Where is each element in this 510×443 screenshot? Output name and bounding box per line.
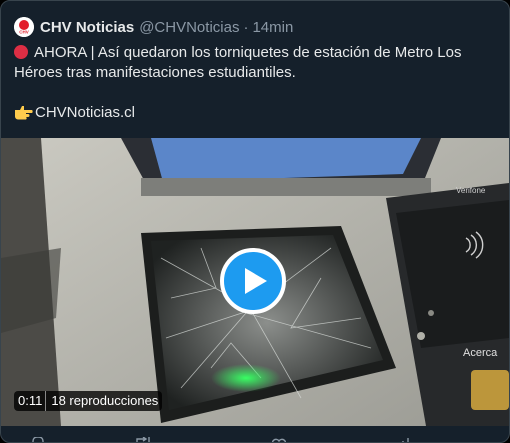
- play-icon: [244, 268, 267, 294]
- avatar[interactable]: CHV: [14, 17, 34, 37]
- play-button[interactable]: [220, 248, 286, 314]
- tweet-actions: [1, 431, 509, 443]
- tweet-text: AHORA | Así quedaron los torniquetes de …: [14, 43, 499, 126]
- separator-dot: ·: [243, 18, 249, 36]
- avatar-label: CHV: [19, 30, 29, 35]
- tweet-link-line: CHVNoticias.cl: [14, 103, 499, 126]
- red-circle-emoji-icon: [14, 45, 28, 59]
- scene-text-side: Acerca: [463, 347, 498, 359]
- author-handle[interactable]: @CHVNoticias: [139, 19, 239, 36]
- tweet-headline: AHORA | Así quedaron los torniquetes de …: [14, 44, 462, 81]
- chv-logo-icon: CHV: [14, 17, 34, 37]
- pointing-right-emoji-icon: [14, 104, 34, 126]
- tweet-timestamp[interactable]: 14min: [252, 19, 293, 36]
- reply-icon[interactable]: [31, 437, 45, 443]
- views-icon[interactable]: [401, 437, 415, 443]
- tweet-text-line: AHORA | Así quedaron los torniquetes de …: [14, 43, 499, 83]
- tweet-header: CHV CHV Noticias @CHVNoticias · 14min: [14, 16, 293, 38]
- video-view-count: 18 reproducciones: [45, 391, 163, 411]
- scene-text-top: Verifone: [456, 186, 486, 195]
- like-icon[interactable]: [272, 437, 286, 443]
- author-name[interactable]: CHV Noticias: [40, 19, 134, 36]
- tweet-link[interactable]: CHVNoticias.cl: [35, 104, 135, 121]
- video-player[interactable]: Verifone Acerca: [1, 138, 509, 426]
- retweet-icon[interactable]: [136, 437, 150, 443]
- video-badges: 0:11 18 reproducciones: [14, 391, 163, 411]
- video-duration: 0:11: [14, 391, 46, 411]
- tweet-card[interactable]: CHV CHV Noticias @CHVNoticias · 14min AH…: [0, 0, 510, 443]
